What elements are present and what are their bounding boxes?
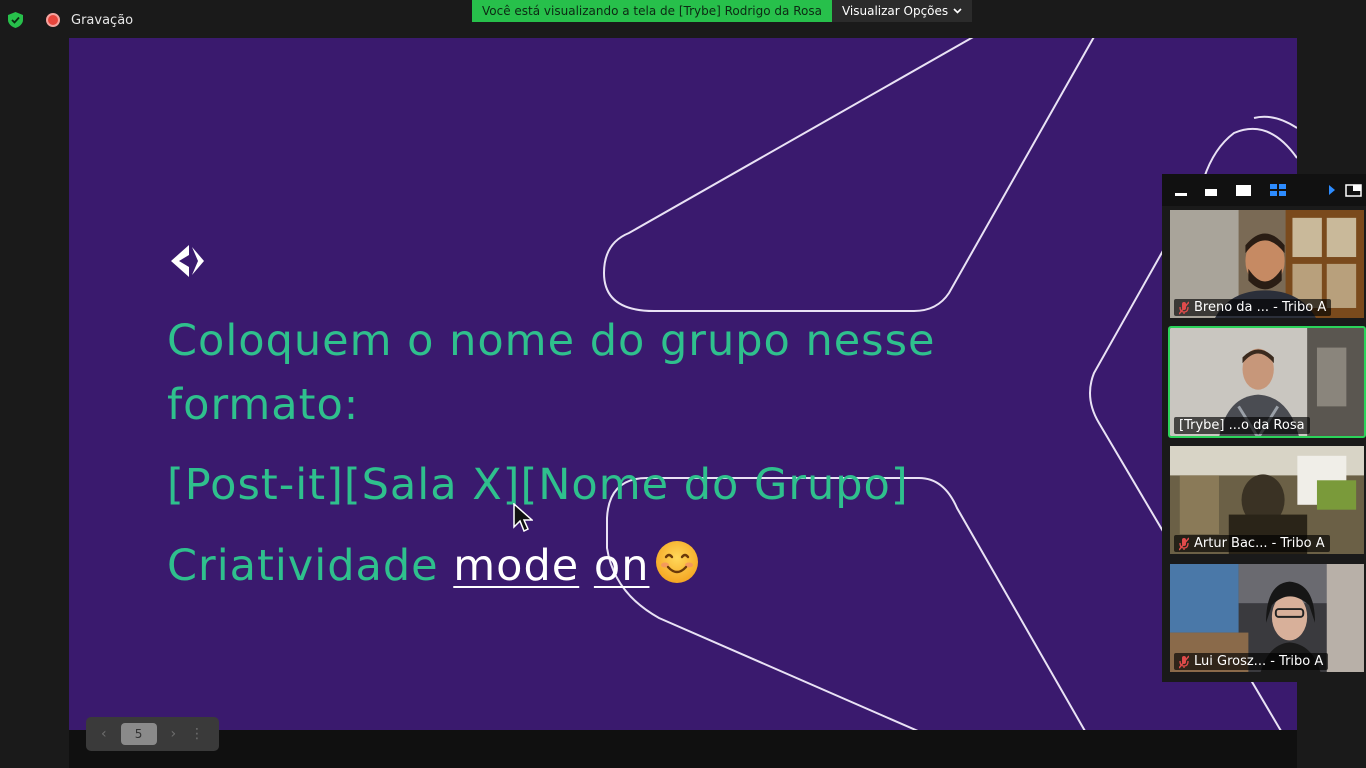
participant-name-label: Lui Grosz... - Tribo A [1174,653,1329,670]
shared-screen-slide: Coloquem o nome do grupo nesse formato: … [69,38,1297,730]
participant-tile[interactable]: Artur Bac... - Tribo A [1168,444,1366,556]
mode-underlined-text: mode [453,541,580,591]
participant-name-text: Artur Bac... - Tribo A [1194,536,1325,551]
slide-format-example: [Post-it][Sala X][Nome do Grupo] [167,460,909,510]
slide-heading-line-1: Coloquem o nome do grupo nesse [167,316,936,366]
recording-label: Gravação [71,13,134,28]
participant-tile[interactable]: Breno da ... - Tribo A [1168,208,1366,320]
on-underlined-text: on [593,541,650,591]
muted-microphone-icon [1179,301,1189,314]
participant-name-label: Artur Bac... - Tribo A [1174,535,1330,552]
view-options-button[interactable]: Visualizar Opções [831,0,973,22]
participant-name-text: Breno da ... - Tribo A [1194,300,1327,315]
zoom-meeting-window: Gravação Você está visualizando a tela d… [0,0,1366,768]
previous-page-icon[interactable]: ‹ [101,726,107,742]
participant-name-text: Lui Grosz... - Tribo A [1194,654,1324,669]
recording-indicator-icon[interactable] [46,13,60,27]
viewing-screen-notice: Você está visualizando a tela de [Trybe]… [472,0,832,22]
participant-gallery: Breno da ... - Tribo A [Trybe] ...o da R… [1162,174,1366,682]
next-page-arrow-icon[interactable] [1322,182,1342,198]
security-shield-icon[interactable] [8,12,23,28]
view-options-label: Visualizar Opções [841,4,949,18]
gallery-view-icon[interactable] [1268,182,1288,198]
pop-out-icon[interactable] [1344,182,1364,198]
muted-microphone-icon [1179,655,1189,668]
muted-microphone-icon [1179,537,1189,550]
bottom-bar [69,730,1297,768]
share-banner: Você está visualizando a tela de [Trybe]… [472,0,973,22]
top-bar: Gravação Você está visualizando a tela d… [0,0,1366,38]
chevron-down-icon [953,8,962,14]
speaker-view-icon[interactable] [1234,182,1254,198]
creativity-text: Criatividade [167,541,454,591]
participant-name-label: Breno da ... - Tribo A [1174,299,1332,316]
more-options-icon[interactable]: ⋮ [190,726,204,742]
hide-video-icon[interactable] [1202,182,1222,198]
trybe-logo-icon [171,245,204,277]
mouse-cursor-icon [513,503,533,533]
slide-creativity-line: Criatividade mode on [167,540,699,591]
participant-name-text: [Trybe] ...o da Rosa [1179,418,1305,433]
slide-page-navigator: ‹ 5 › ⋮ [86,717,219,751]
gallery-toolbar [1162,174,1366,206]
current-page-number: 5 [120,723,157,745]
participant-tile[interactable]: Lui Grosz... - Tribo A [1168,562,1366,674]
smiling-face-icon [656,541,699,583]
minimize-video-icon[interactable] [1172,182,1192,198]
next-page-icon[interactable]: › [170,726,176,742]
participant-name-label: [Trybe] ...o da Rosa [1174,417,1310,434]
slide-heading-line-2: formato: [167,380,360,430]
participant-tile[interactable]: [Trybe] ...o da Rosa [1168,326,1366,438]
